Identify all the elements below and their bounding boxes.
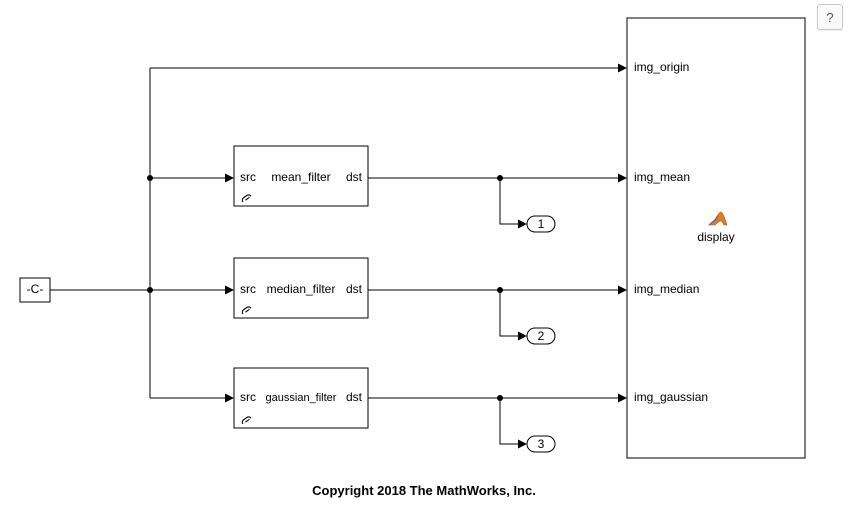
mean-filter-block[interactable]: src mean_filter dst <box>234 146 368 206</box>
outport-1[interactable]: 1 <box>527 216 555 232</box>
help-button-label: ? <box>826 10 833 25</box>
wire-to-img-origin <box>150 64 627 73</box>
display-block-label: display <box>697 230 734 244</box>
wire-to-mean-filter <box>150 174 234 183</box>
display-port-gaussian-label: img_gaussian <box>634 390 708 404</box>
median-filter-block[interactable]: src median_filter dst <box>234 258 368 318</box>
constant-block[interactable]: -C- <box>20 278 50 302</box>
wire-to-gaussian-filter <box>150 394 234 403</box>
mean-filter-in-label: src <box>240 170 256 184</box>
gaussian-filter-out-label: dst <box>346 390 363 404</box>
mean-filter-name: mean_filter <box>271 170 330 184</box>
outport-3[interactable]: 3 <box>527 436 555 452</box>
outport-2-label: 2 <box>538 329 545 343</box>
simulink-canvas: -C- src mean_filter dst 1 <box>0 0 849 511</box>
footer-copyright: Copyright 2018 The MathWorks, Inc. <box>312 483 536 498</box>
gaussian-filter-in-label: src <box>240 390 256 404</box>
display-port-mean-label: img_mean <box>634 170 690 184</box>
display-port-origin-label: img_origin <box>634 60 689 74</box>
wire-median-to-display <box>368 286 627 341</box>
mean-filter-out-label: dst <box>346 170 363 184</box>
wire-constant-to-bus <box>50 68 153 398</box>
display-block[interactable]: img_origin img_mean img_median img_gauss… <box>627 18 805 458</box>
display-port-median-label: img_median <box>634 282 699 296</box>
outport-1-label: 1 <box>538 217 545 231</box>
outport-3-label: 3 <box>538 437 545 451</box>
gaussian-filter-name: gaussian_filter <box>266 392 337 404</box>
outport-2[interactable]: 2 <box>527 328 555 344</box>
constant-block-label: -C- <box>27 282 44 296</box>
wire-to-median-filter <box>150 286 234 295</box>
median-filter-in-label: src <box>240 282 256 296</box>
gaussian-filter-block[interactable]: src gaussian_filter dst <box>234 368 368 428</box>
wire-gaussian-to-display <box>368 394 627 449</box>
median-filter-out-label: dst <box>346 282 363 296</box>
wire-mean-to-display <box>368 174 627 229</box>
median-filter-name: median_filter <box>267 282 336 296</box>
help-button[interactable]: ? <box>817 4 843 30</box>
